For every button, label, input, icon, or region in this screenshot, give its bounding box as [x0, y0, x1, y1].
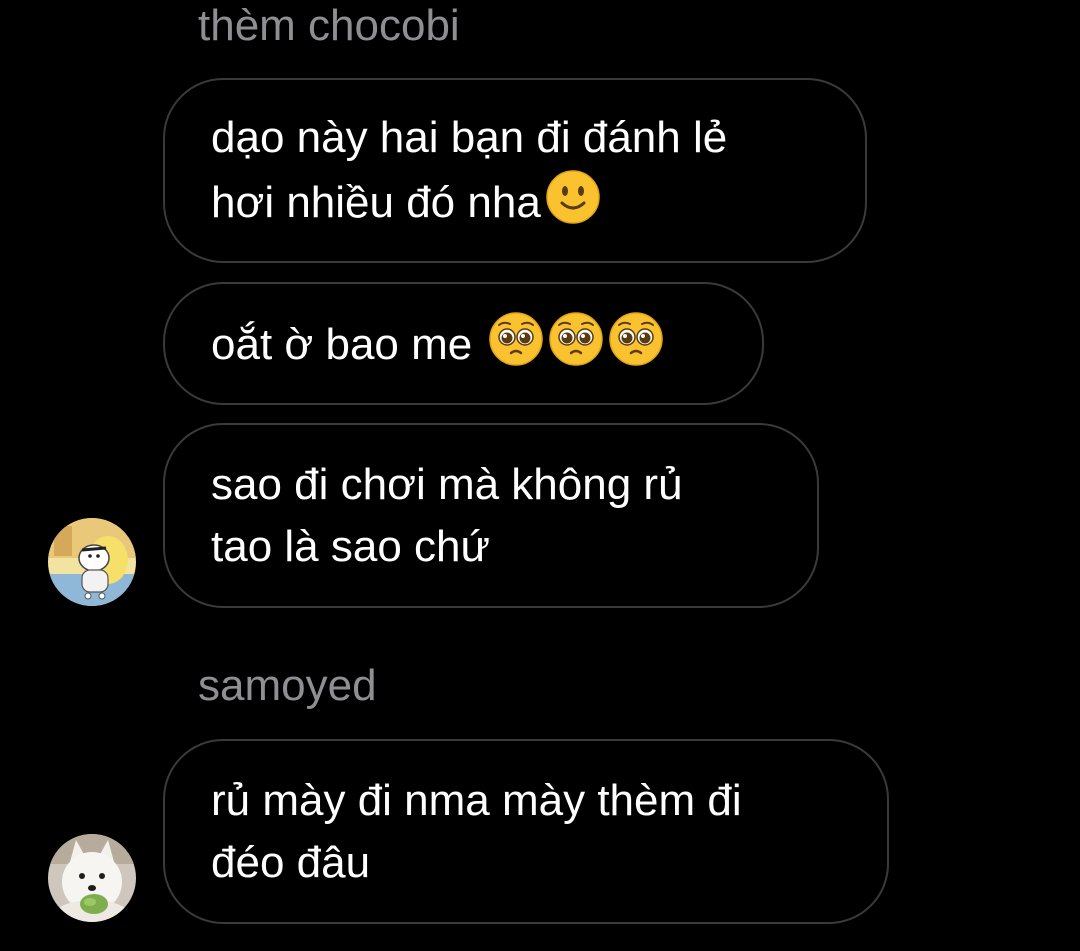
pleading-face-emoji	[549, 312, 604, 366]
avatar-image	[48, 834, 136, 922]
message-text: oắt ờ bao me	[211, 320, 473, 369]
samoyed-dog-avatar[interactable]	[48, 834, 136, 922]
message-bubble[interactable]: rủ mày đi nma mày thèm đi đéo đâu	[163, 739, 889, 924]
sender-name: thèm chocobi	[198, 1, 460, 50]
pleading-face-emoji	[609, 312, 664, 366]
message-text: rủ mày đi nma mày thèm đi đéo đâu	[211, 775, 742, 887]
message-text: dạo này hai bạn đi đánh lẻ hơi nhiều đó …	[211, 113, 728, 227]
cartoon-avatar[interactable]	[48, 518, 136, 606]
avatar-image	[48, 518, 136, 606]
pleading-face-emoji	[489, 312, 544, 366]
message-bubble[interactable]: oắt ờ bao me	[163, 282, 764, 405]
slightly-smiling-face-emoji	[546, 170, 600, 224]
message-text: sao đi chơi mà không rủ tao là sao chứ	[211, 459, 683, 571]
sender-name: samoyed	[198, 661, 377, 710]
message-bubble[interactable]: sao đi chơi mà không rủ tao là sao chứ	[163, 423, 819, 608]
message-bubble[interactable]: dạo này hai bạn đi đánh lẻ hơi nhiều đó …	[163, 78, 867, 263]
